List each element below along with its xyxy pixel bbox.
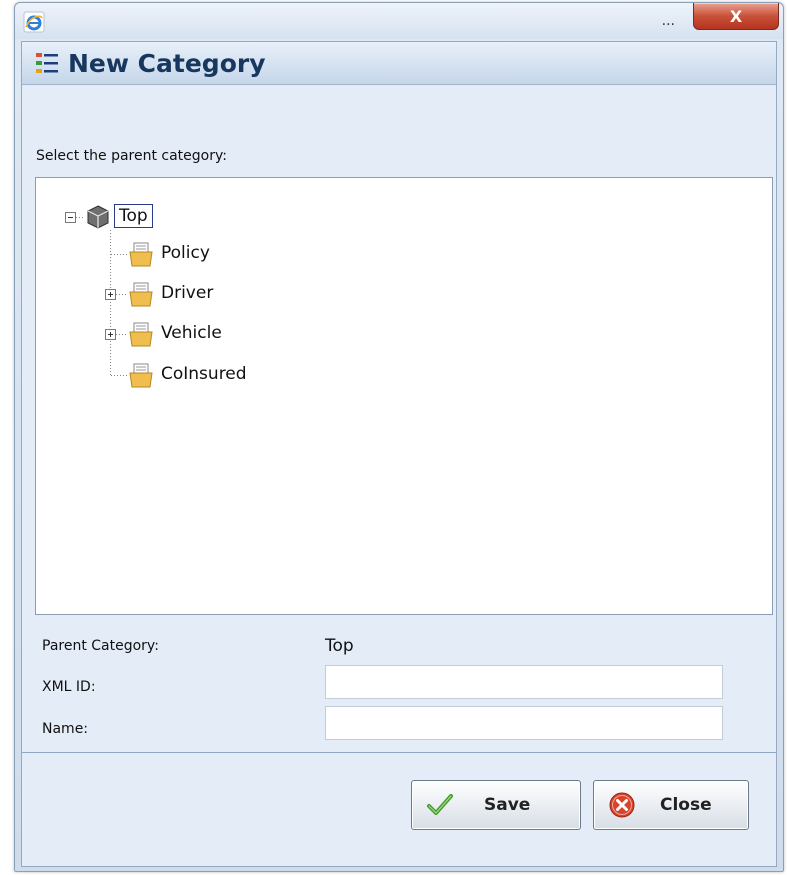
new-category-dialog: New Category Select the parent category: — [21, 41, 777, 867]
parent-category-prompt: Select the parent category: — [36, 148, 227, 164]
package-icon — [87, 205, 109, 229]
footer-divider — [22, 752, 776, 753]
expand-toggle-driver — [105, 289, 116, 300]
dialog-header: New Category — [22, 42, 776, 85]
dialog-window: ... X New Category Select the parent cat… — [14, 2, 784, 872]
tree-node-vehicle[interactable]: Vehicle — [161, 323, 222, 343]
tree-connectors — [65, 205, 153, 388]
close-button-label: Close — [660, 795, 712, 815]
checkmark-icon — [427, 794, 453, 815]
close-button[interactable]: Close — [593, 780, 749, 830]
folder-document-icon — [129, 282, 153, 307]
cancel-circle-icon — [609, 792, 635, 818]
parent-category-label: Parent Category: — [42, 638, 159, 654]
window-close-button[interactable]: X — [693, 3, 779, 30]
save-button[interactable]: Save — [411, 780, 581, 830]
xml-id-label: XML ID: — [42, 679, 96, 695]
parent-category-value: Top — [325, 636, 354, 656]
tree-node-policy[interactable]: Policy — [161, 243, 210, 263]
window-titlebar[interactable]: ... X — [15, 3, 783, 39]
folder-document-icon — [129, 242, 153, 267]
dialog-title: New Category — [68, 48, 266, 78]
tree-node-top[interactable]: Top — [114, 204, 153, 228]
expand-toggle-vehicle — [105, 329, 116, 340]
name-input[interactable] — [325, 706, 723, 740]
internet-explorer-icon — [23, 11, 45, 33]
name-label: Name: — [42, 721, 89, 737]
collapse-toggle-top — [65, 212, 76, 223]
category-tree[interactable]: Top Policy Driver Vehicle CoInsured — [35, 177, 773, 615]
tree-node-coinsured[interactable]: CoInsured — [161, 364, 247, 384]
xml-id-input[interactable] — [325, 665, 723, 699]
window-title: ... — [661, 13, 675, 29]
folder-document-icon — [129, 322, 153, 347]
save-button-label: Save — [484, 795, 531, 815]
category-list-icon — [36, 53, 58, 73]
tree-node-driver[interactable]: Driver — [161, 283, 213, 303]
folder-document-icon — [129, 363, 153, 388]
close-icon: X — [729, 6, 743, 26]
